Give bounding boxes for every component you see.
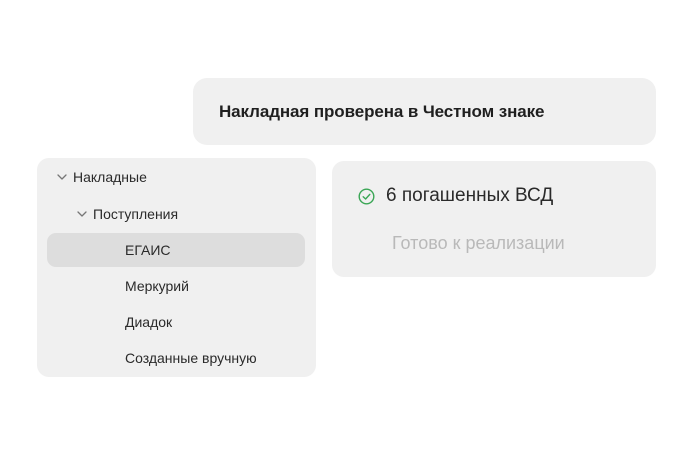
tree-node-receipts[interactable]: Поступления [75,203,178,225]
tree-item-label: Созданные вручную [125,350,257,366]
tree-item-mercury[interactable]: Меркурий [125,275,189,297]
tree-node-invoices[interactable]: Накладные [55,166,147,188]
status-line: 6 погашенных ВСД [358,185,553,207]
banner-text: Накладная проверена в Честном знаке [219,101,545,121]
verification-banner: Накладная проверена в Честном знаке [193,78,656,145]
tree-item-diadoc[interactable]: Диадок [125,311,172,333]
status-title: 6 погашенных ВСД [386,185,554,206]
chevron-down-icon[interactable] [55,170,69,184]
tree-item-label: ЕГАИС [125,242,171,258]
navigation-tree: Накладные Поступления ЕГАИС Меркурий Диа… [37,158,316,377]
tree-node-label: Накладные [73,169,147,185]
check-circle-icon [358,187,375,205]
canvas: Накладная проверена в Честном знаке Накл… [0,0,693,456]
tree-item-label: Диадок [125,314,173,330]
tree-item-manual[interactable]: Созданные вручную [125,347,257,369]
status-card: 6 погашенных ВСД Готово к реализации [332,161,656,277]
chevron-down-icon[interactable] [75,207,89,221]
status-subtitle: Готово к реализации [392,233,565,253]
tree-item-label: Меркурий [125,278,189,294]
selected-row-highlight [47,233,305,267]
tree-node-label: Поступления [93,206,179,222]
tree-item-egais[interactable]: ЕГАИС [125,239,171,261]
